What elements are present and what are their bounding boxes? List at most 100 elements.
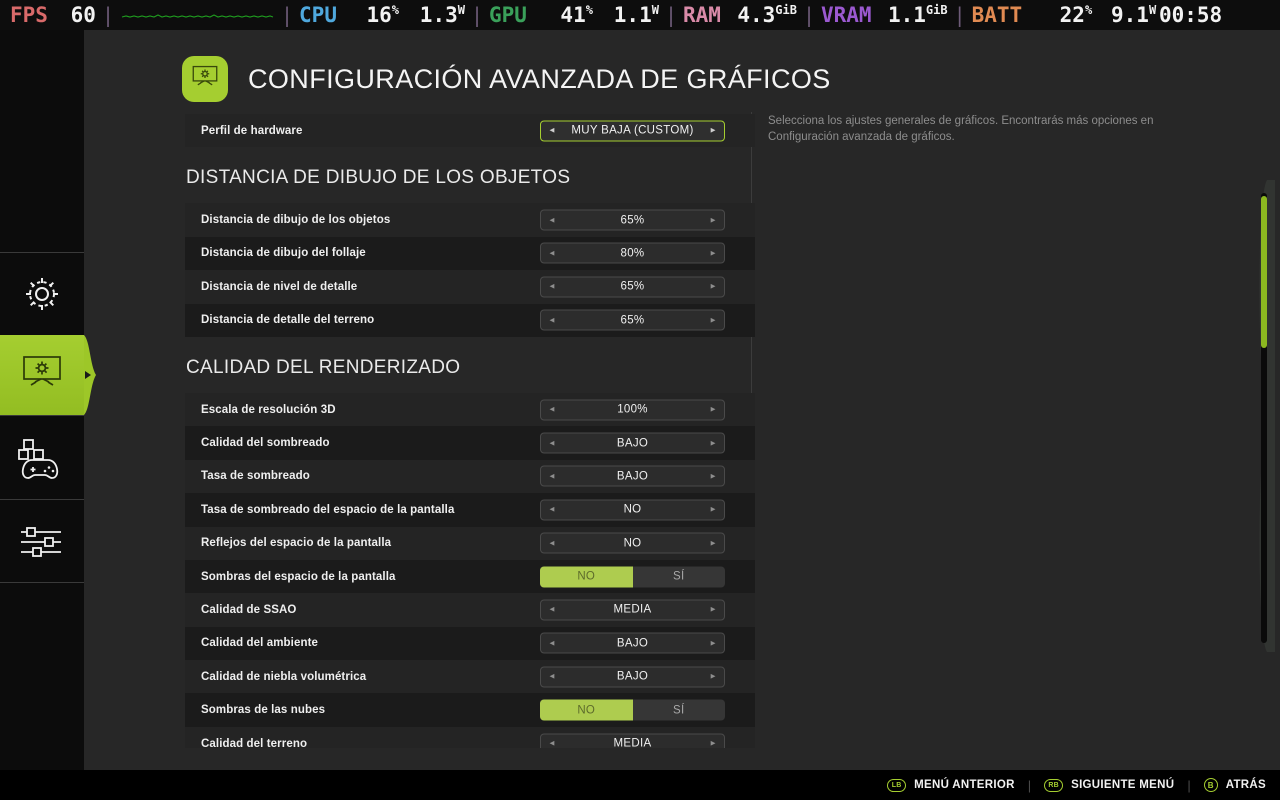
hud-ram-label: RAM [683,3,721,27]
scrollbar-thumb[interactable] [1261,196,1267,348]
toggle-control[interactable]: NO SÍ [540,699,726,721]
stepper-value: BAJO [616,437,649,450]
stepper-control[interactable]: ◄ MUY BAJA (CUSTOM) ► [540,120,725,142]
setting-label: Distancia de dibujo del follaje [201,247,366,260]
stepper-left-arrow-icon[interactable]: ◄ [541,739,563,748]
hud-fps-value: 60 [70,3,96,27]
hud-vram-value: 1.1GiB [887,3,948,27]
stepper-control[interactable]: ◄ 80% ► [540,242,725,264]
stepper-left-arrow-icon[interactable]: ◄ [541,282,563,291]
stepper-value: 100% [617,403,648,416]
chevron-right-icon [85,371,91,379]
hud-battery-percent: 22% [1059,3,1093,27]
stepper-right-arrow-icon[interactable]: ► [702,605,724,614]
stepper-right-arrow-icon[interactable]: ► [702,472,724,480]
stepper-right-arrow-icon[interactable]: ► [702,216,724,224]
setting-row[interactable]: Escala de resolución 3D ◄ 100% ► [185,392,755,427]
stepper-control[interactable]: ◄ BAJO ► [540,666,725,688]
hud-gpu-power: 1.1W [613,3,659,27]
stepper-control[interactable]: ◄ MEDIA ► [540,733,725,748]
setting-row[interactable]: Calidad del ambiente ◄ BAJO ► [185,627,755,660]
sidebar-item-graphics-settings[interactable] [0,335,84,415]
stepper-left-arrow-icon[interactable]: ◄ [541,539,563,547]
sliders-icon [19,522,65,562]
stepper-left-arrow-icon[interactable]: ◄ [541,505,563,514]
toggle-option[interactable]: SÍ [633,700,726,721]
setting-label: Calidad de niebla volumétrica [201,670,367,683]
stepper-right-arrow-icon[interactable]: ► [702,672,724,681]
stepper-right-arrow-icon[interactable]: ► [702,282,724,291]
setting-row[interactable]: Distancia de nivel de detalle ◄ 65% ► [185,270,755,304]
stepper-control[interactable]: ◄ 100% ► [540,399,725,421]
stepper-control[interactable]: ◄ NO ► [540,532,725,554]
hud-gpu-label: GPU [489,3,527,27]
stepper-right-arrow-icon[interactable]: ► [702,639,724,647]
stepper-right-arrow-icon[interactable]: ► [702,439,724,447]
footer-hint[interactable]: RB SIGUIENTE MENÚ [1044,778,1174,792]
gamepad-button-lb-icon: LB [887,778,907,792]
stepper-right-arrow-icon[interactable]: ► [702,316,724,324]
settings-list: Perfil de hardware ◄ MUY BAJA (CUSTOM) ► DIS… [185,114,755,748]
stepper-right-arrow-icon[interactable]: ► [702,505,724,514]
sidebar-item-general-settings[interactable] [0,252,84,335]
setting-label: Distancia de nivel de detalle [201,280,358,293]
stepper-control[interactable]: ◄ 65% ► [540,209,725,231]
setting-row[interactable]: Calidad de niebla volumétrica ◄ BAJO ► [185,660,755,694]
stepper-value: BAJO [616,470,649,483]
setting-label: Perfil de hardware [201,124,303,137]
stepper-left-arrow-icon[interactable]: ◄ [541,216,563,224]
toggle-option[interactable]: NO [540,566,633,588]
footer-hint[interactable]: B ATRÁS [1203,778,1266,792]
stepper-right-arrow-icon[interactable]: ► [702,126,724,135]
stepper-control[interactable]: ◄ 65% ► [540,309,725,331]
stepper-left-arrow-icon[interactable]: ◄ [541,249,563,257]
hint-separator: | [1187,777,1191,793]
hud-fps-label: FPS [10,3,48,27]
stepper-control[interactable]: ◄ NO ► [540,499,725,521]
setting-row[interactable]: Perfil de hardware ◄ MUY BAJA (CUSTOM) ► [185,114,755,148]
stepper-right-arrow-icon[interactable]: ► [702,249,724,257]
stepper-right-arrow-icon[interactable]: ► [702,539,724,547]
setting-row[interactable]: Tasa de sombreado del espacio de la pant… [185,493,755,526]
stepper-left-arrow-icon[interactable]: ◄ [541,316,563,324]
sidebar-item-controls-settings[interactable] [0,416,84,499]
setting-group: Escala de resolución 3D ◄ 100% ► Calidad del… [185,392,755,748]
gear-icon [20,272,64,316]
stepper-left-arrow-icon[interactable]: ◄ [541,439,563,447]
gamepad-button-rb-icon: RB [1044,778,1064,792]
setting-row[interactable]: Sombras del espacio de la pantalla NO SÍ [185,560,755,593]
setting-row[interactable]: Distancia de dibujo de los objetos ◄ 65% ► [185,203,755,237]
hud-cpu-usage: 16% [366,3,399,27]
setting-row[interactable]: Calidad del sombreado ◄ BAJO ► [185,426,755,459]
stepper-value: MUY BAJA (CUSTOM) [571,124,694,137]
stepper-left-arrow-icon[interactable]: ◄ [541,472,563,480]
setting-row[interactable]: Distancia de dibujo del follaje ◄ 80% ► [185,237,755,270]
setting-row[interactable]: Calidad de SSAO ◄ MEDIA ► [185,593,755,627]
toggle-control[interactable]: NO SÍ [540,566,726,588]
stepper-control[interactable]: ◄ MEDIA ► [540,599,725,621]
stepper-control[interactable]: ◄ BAJO ► [540,432,725,454]
setting-label: Sombras del espacio de la pantalla [201,570,396,583]
stepper-left-arrow-icon[interactable]: ◄ [541,672,563,681]
stepper-right-arrow-icon[interactable]: ► [702,739,724,748]
footer-hint[interactable]: LB MENÚ ANTERIOR [887,778,1015,792]
stepper-control[interactable]: ◄ 65% ► [540,276,725,298]
stepper-control[interactable]: ◄ BAJO ► [540,465,725,487]
setting-row[interactable]: Sombras de las nubes NO SÍ [185,693,755,726]
stepper-left-arrow-icon[interactable]: ◄ [541,405,563,414]
stepper-right-arrow-icon[interactable]: ► [702,405,724,414]
sidebar-item-advanced-sliders[interactable] [0,500,84,583]
toggle-option[interactable]: SÍ [633,566,726,587]
setting-row[interactable]: Distancia de detalle del terreno ◄ 65% ► [185,304,755,337]
setting-row[interactable]: Calidad del terreno ◄ MEDIA ► [185,726,755,748]
setting-row[interactable]: Reflejos del espacio de la pantalla ◄ NO ► [185,526,755,560]
stepper-left-arrow-icon[interactable]: ◄ [541,639,563,647]
section-title: CALIDAD DEL RENDERIZADO [186,356,461,378]
hud-vram-label: VRAM [820,3,872,27]
toggle-option[interactable]: NO [540,699,633,721]
setting-row[interactable]: Tasa de sombreado ◄ BAJO ► [185,459,755,494]
stepper-left-arrow-icon[interactable]: ◄ [541,126,563,135]
stepper-left-arrow-icon[interactable]: ◄ [541,605,563,614]
stepper-control[interactable]: ◄ BAJO ► [540,632,725,654]
setting-label: Reflejos del espacio de la pantalla [201,537,392,550]
